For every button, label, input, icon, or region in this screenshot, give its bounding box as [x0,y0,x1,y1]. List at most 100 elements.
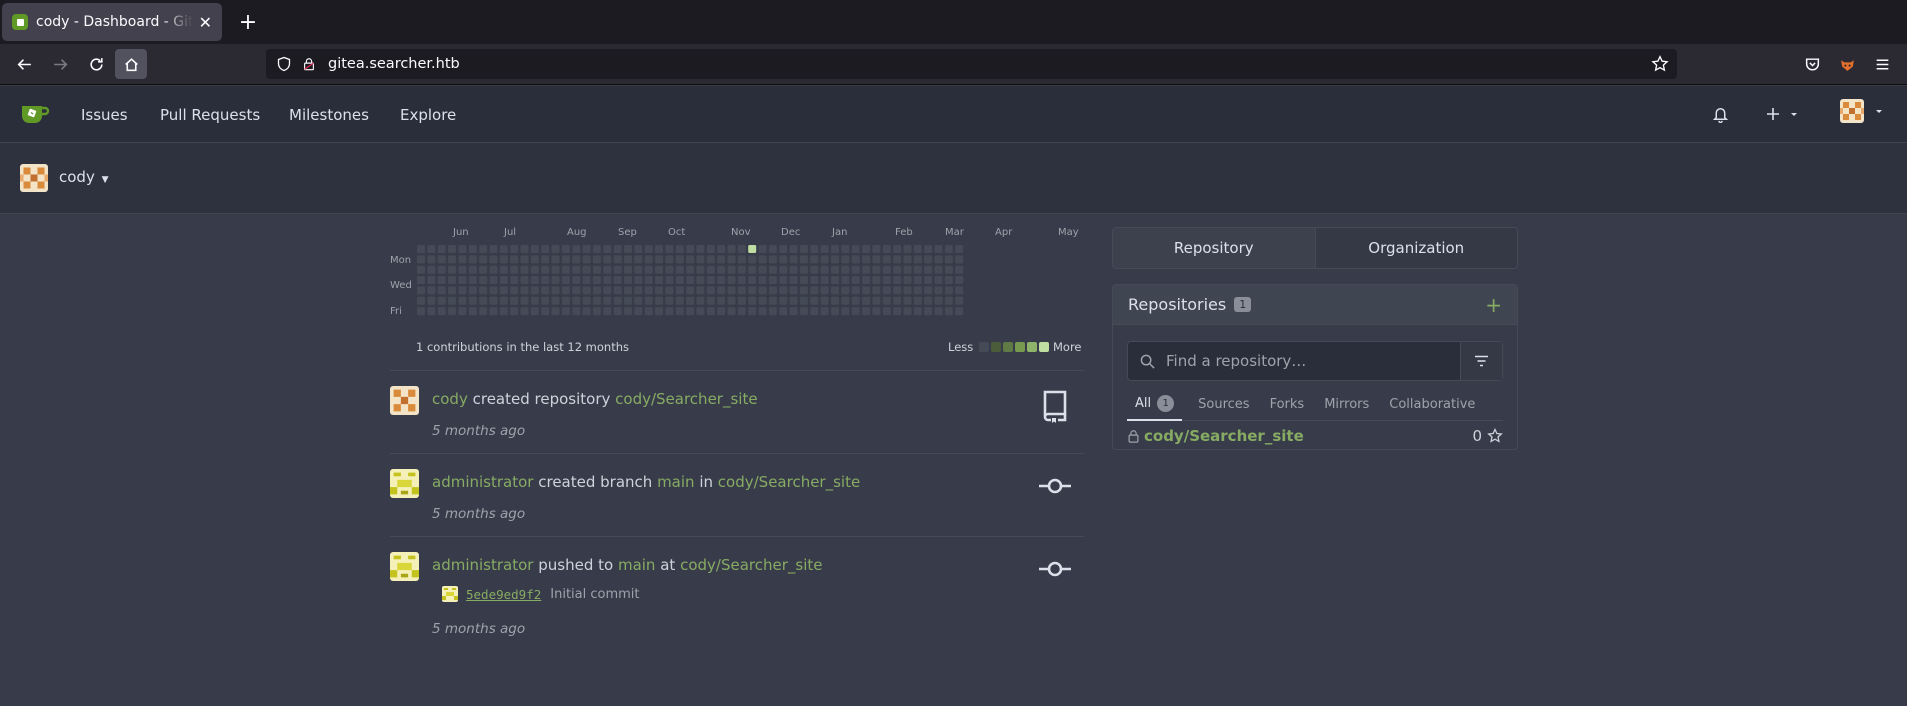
address-bar[interactable]: gitea.searcher.htb [266,49,1677,79]
pocket-button[interactable] [1796,49,1828,79]
heatmap-cell [530,307,539,316]
nav-milestones[interactable]: Milestones [289,86,369,143]
repo-link[interactable]: cody/Searcher_site [680,556,822,574]
heatmap-cell [437,286,446,295]
browser-tab[interactable]: cody - Dashboard - Gitea ✕ [2,3,222,41]
heatmap-cell [924,255,933,264]
heatmap-cell [499,276,508,284]
heatmap-cell [799,255,808,264]
heatmap-cell [686,265,695,274]
context-user-switcher[interactable]: cody ▼ [59,168,109,186]
heatmap-cell [448,245,456,253]
heatmap-cell [561,276,570,284]
heatmap-cell [727,245,736,253]
close-tab-icon[interactable]: ✕ [199,13,212,32]
nav-pull-requests[interactable]: Pull Requests [160,86,260,143]
heatmap-cell [841,307,850,316]
toggle-repository[interactable]: Repository [1113,228,1315,268]
branch-link[interactable]: main [618,556,655,574]
heatmap-cell [737,255,746,264]
context-user-avatar[interactable] [20,164,48,192]
heatmap-cell [448,255,456,264]
heatmap-cell [851,296,860,305]
repo-search-input[interactable] [1166,352,1436,370]
heatmap-cell [851,286,860,295]
create-new-dropdown[interactable] [1766,104,1799,124]
commit-sha-link[interactable]: 5ede9ed9f2 [466,587,541,602]
back-button[interactable] [8,49,40,79]
heatmap-cell [789,286,798,295]
tab-all-count: 1 [1157,394,1175,412]
heatmap-cell [675,276,684,284]
heatmap-cell [427,255,436,264]
forward-button[interactable] [44,49,76,79]
heatmap-cell [696,265,705,274]
heatmap-cell [851,265,860,274]
heatmap-cell [955,265,964,274]
reload-button[interactable] [80,49,112,79]
contribution-heatmap: Jun Jul Aug Sep Oct Nov Dec Jan Feb Mar … [390,222,1084,354]
feed-line: administrator created branch main in cod… [432,473,860,491]
heatmap-cell [499,307,508,316]
app-menu-button[interactable] [1866,49,1898,79]
toggle-organization[interactable]: Organization [1314,228,1518,268]
feed-time: 5 months ago [432,621,526,637]
heatmap-cell [592,286,601,295]
nav-issues[interactable]: Issues [81,86,128,143]
actor-avatar[interactable] [390,469,419,498]
bookmark-star-icon[interactable] [1651,55,1669,73]
nav-explore[interactable]: Explore [400,86,456,143]
extension-button[interactable] [1831,49,1863,79]
shield-icon[interactable] [276,56,292,72]
heatmap-cell [655,296,663,305]
heatmap-cell [624,265,632,274]
user-menu-dropdown[interactable] [1840,99,1884,123]
heatmap-cell [427,245,436,253]
lock-icon[interactable] [302,57,316,71]
repo-name-link[interactable]: cody/Searcher_site [1144,427,1304,445]
heatmap-cell [479,245,488,253]
notifications-button[interactable] [1712,104,1729,124]
repo-filter-button[interactable] [1460,342,1502,380]
heatmap-cell [644,245,653,253]
repo-list-item[interactable]: cody/Searcher_site 0 [1127,423,1503,449]
heatmap-cell [706,265,715,274]
new-repo-plus-icon[interactable]: + [1485,293,1502,317]
repo-link[interactable]: cody/Searcher_site [718,473,860,491]
tab-all[interactable]: All 1 [1127,387,1183,421]
heatmap-cell [489,255,498,264]
heatmap-cell [831,296,839,305]
actor-avatar[interactable] [390,386,419,415]
heatmap-cell [634,265,643,274]
branch-link[interactable]: main [657,473,694,491]
dashboard-type-toggle: Repository Organization [1112,227,1518,269]
heatmap-cell [530,296,539,305]
tab-mirrors[interactable]: Mirrors [1316,387,1377,421]
home-button[interactable] [115,49,147,79]
heatmap-cell [851,307,860,316]
gitea-logo-icon[interactable] [20,101,50,127]
repo-link[interactable]: cody/Searcher_site [615,390,757,408]
heatmap-cell [530,255,539,264]
heatmap-cell [427,276,436,284]
heatmap-cell [489,245,498,253]
tab-collaborative[interactable]: Collaborative [1381,387,1483,421]
heatmap-cell [882,245,891,253]
heatmap-cell [520,255,529,264]
new-tab-button[interactable]: + [234,8,262,36]
tab-forks[interactable]: Forks [1262,387,1313,421]
tab-sources[interactable]: Sources [1190,387,1257,421]
actor-link[interactable]: cody [432,390,468,408]
heatmap-cell [779,307,788,316]
heatmap-cell [913,286,922,295]
heatmap-cell [810,276,819,284]
caret-down-icon [1791,113,1797,116]
actor-link[interactable]: administrator [432,556,533,574]
heatmap-cell [872,255,881,264]
actor-avatar[interactable] [390,552,419,581]
preposition-text: at [660,556,676,574]
heatmap-cell [768,296,777,305]
heatmap-cell [655,245,663,253]
heatmap-cell [458,245,467,253]
actor-link[interactable]: administrator [432,473,533,491]
